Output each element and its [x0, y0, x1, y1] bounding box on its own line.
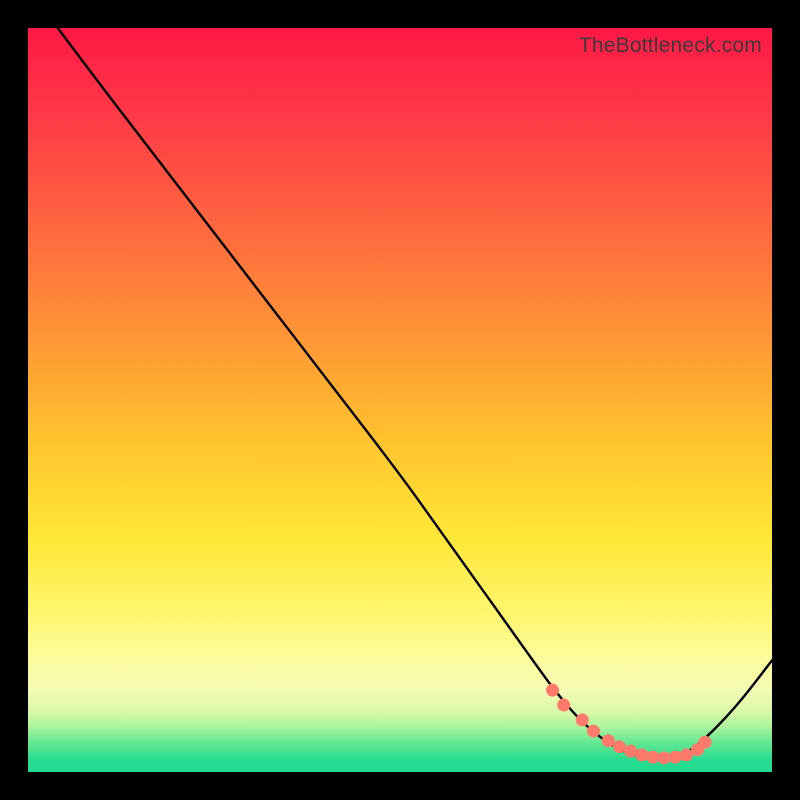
gradient-background: [28, 28, 772, 772]
chart-frame: TheBottleneck.com: [28, 28, 772, 772]
watermark-label: TheBottleneck.com: [579, 34, 762, 58]
